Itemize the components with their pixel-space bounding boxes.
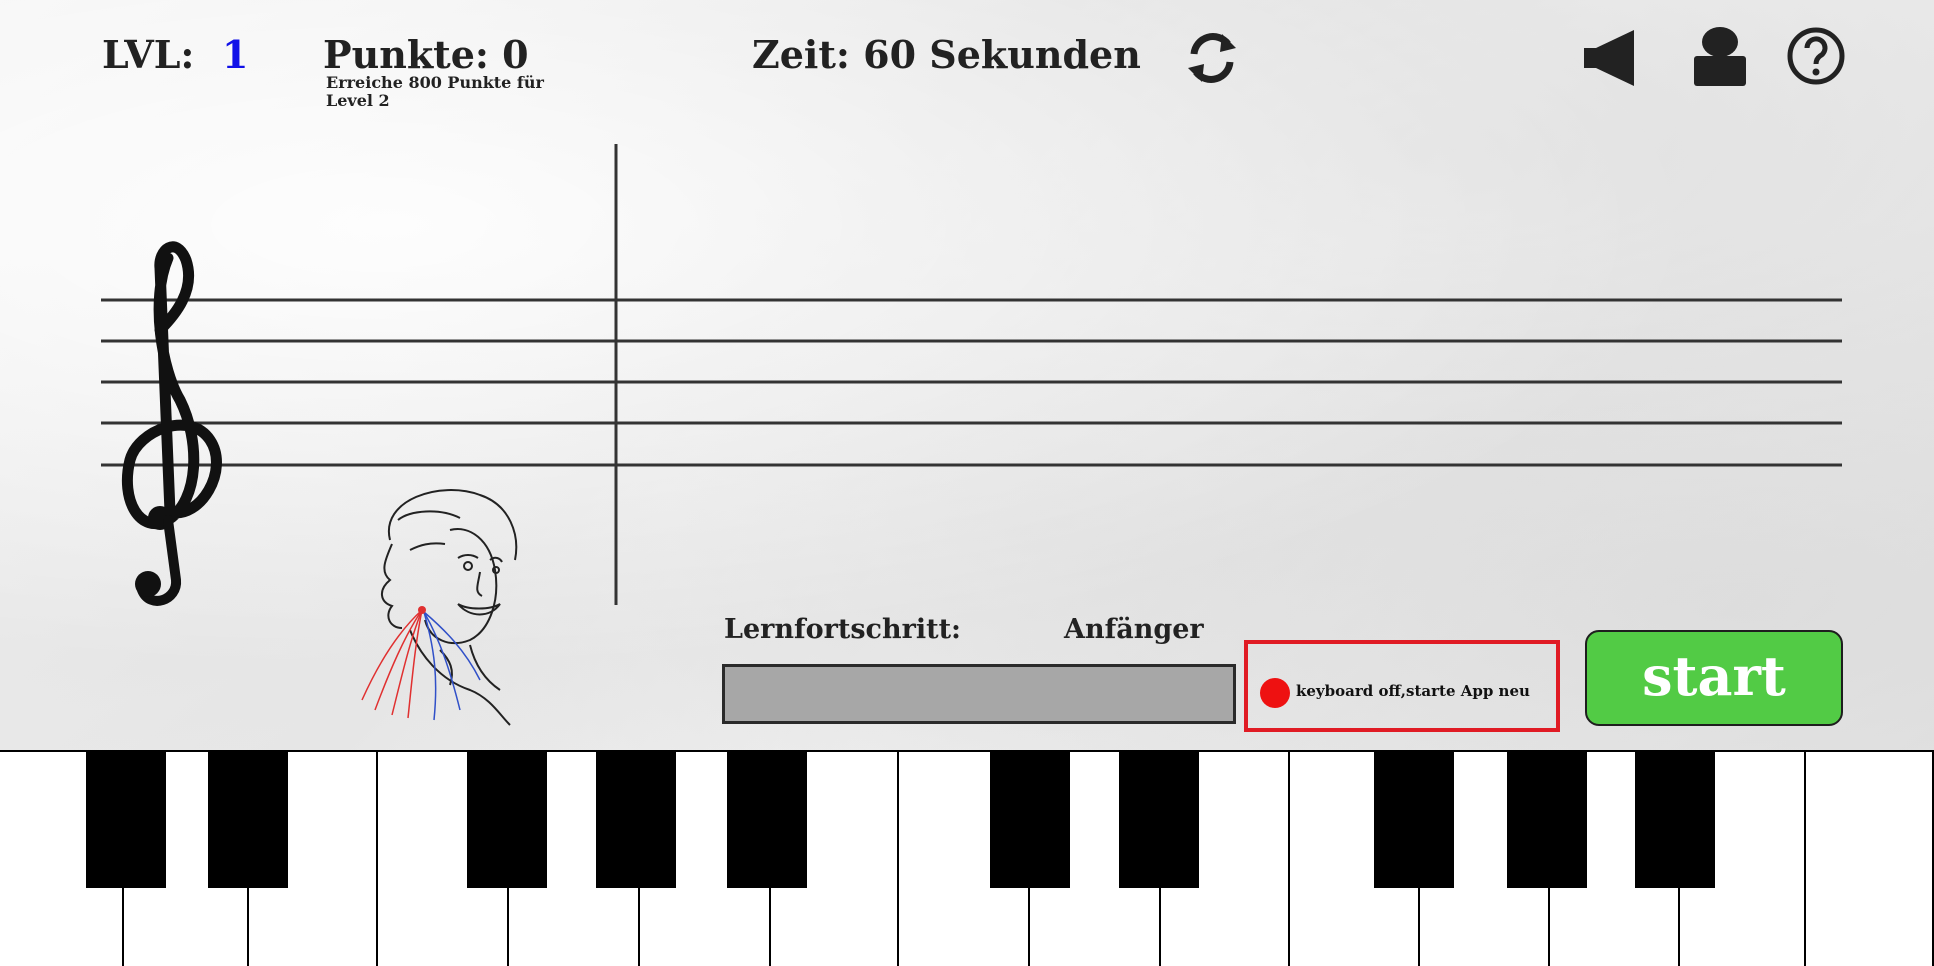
start-button[interactable]: start (1585, 630, 1843, 726)
black-key[interactable] (86, 752, 166, 888)
black-key[interactable] (727, 752, 807, 888)
white-key[interactable] (1806, 752, 1934, 966)
keyboard-status-box: keyboard off,starte App neu (1244, 640, 1560, 732)
progress-bar (722, 664, 1236, 724)
refresh-icon[interactable] (1182, 28, 1242, 88)
black-key[interactable] (208, 752, 288, 888)
black-key[interactable] (1374, 752, 1454, 888)
black-key[interactable] (596, 752, 676, 888)
black-key[interactable] (1119, 752, 1199, 888)
piano-keyboard (0, 750, 1934, 966)
level-label: LVL: (102, 32, 195, 77)
staff-lines (101, 298, 1842, 467)
level-name: Anfänger (1064, 614, 1204, 645)
help-icon[interactable] (1786, 26, 1846, 86)
black-key[interactable] (1507, 752, 1587, 888)
music-staff (101, 144, 1842, 606)
status-indicator-icon (1260, 678, 1290, 708)
black-key[interactable] (1635, 752, 1715, 888)
black-key[interactable] (990, 752, 1070, 888)
status-text: keyboard off,starte App neu (1296, 682, 1530, 700)
speaker-icon[interactable] (1582, 28, 1638, 88)
level-goal-text: Erreiche 800 Punkte für Level 2 (326, 73, 544, 110)
mozart-sketch (361, 489, 518, 726)
black-key[interactable] (467, 752, 547, 888)
level-value: 1 (222, 32, 249, 77)
time-display: Zeit: 60 Sekunden (752, 32, 1141, 77)
profile-icon[interactable] (1692, 26, 1748, 88)
points-display: Punkte: 0 (323, 32, 529, 77)
progress-label: Lernfortschritt: (724, 614, 962, 645)
